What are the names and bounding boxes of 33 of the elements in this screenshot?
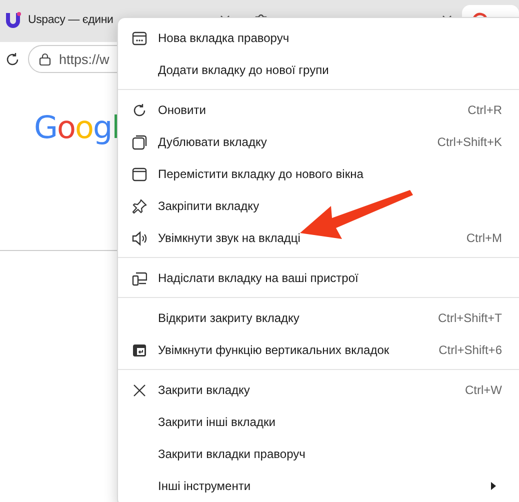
menu-item[interactable]: Відкрити закриту вкладку Ctrl+Shift+T	[118, 302, 519, 334]
shortcut: Ctrl+W	[465, 383, 502, 397]
menu-item[interactable]: Надіслати вкладку на ваші пристрої	[118, 262, 519, 294]
close-icon	[132, 382, 147, 398]
menu-item[interactable]: Додати вкладку до нової групи	[118, 54, 519, 86]
speaker-icon	[132, 230, 147, 246]
lock-icon	[39, 52, 51, 66]
menu-item[interactable]: Закрити вкладку Ctrl+W	[118, 374, 519, 406]
app-logo-icon	[4, 11, 22, 29]
refresh-icon[interactable]	[5, 52, 20, 66]
new-tab-icon	[132, 30, 147, 46]
refresh-icon	[132, 102, 147, 118]
duplicate-icon	[132, 134, 147, 150]
shortcut: Ctrl+R	[468, 103, 502, 117]
shortcut: Ctrl+M	[466, 231, 502, 245]
menu-item[interactable]: Закрити вкладки праворуч	[118, 438, 519, 470]
menu-item[interactable]: Закрити інші вкладки	[118, 406, 519, 438]
menu-item[interactable]: Дублювати вкладку Ctrl+Shift+K	[118, 126, 519, 158]
vertical-tabs-icon	[132, 342, 147, 358]
menu-item[interactable]: Оновити Ctrl+R	[118, 94, 519, 126]
window-icon	[132, 166, 147, 182]
shortcut: Ctrl+Shift+T	[438, 311, 502, 325]
menu-item[interactable]: Перемістити вкладку до нового вікна	[118, 158, 519, 190]
tab-title: Uspacy — єдини	[28, 14, 114, 26]
menu-item[interactable]: Інші інструменти	[118, 470, 519, 502]
menu-item[interactable]: Увімкнути функцію вертикальних вкладок Ctrl+Shift+6	[118, 334, 519, 366]
pin-icon	[132, 198, 147, 214]
shortcut: Ctrl+Shift+6	[438, 343, 502, 357]
menu-item[interactable]: Увімкнути звук на вкладці Ctrl+M	[118, 222, 519, 254]
menu-item[interactable]: Нова вкладка праворуч	[118, 22, 519, 54]
shortcut: Ctrl+Shift+K	[437, 135, 502, 149]
devices-icon	[132, 270, 147, 286]
menu-item[interactable]: Закріпити вкладку	[118, 190, 519, 222]
